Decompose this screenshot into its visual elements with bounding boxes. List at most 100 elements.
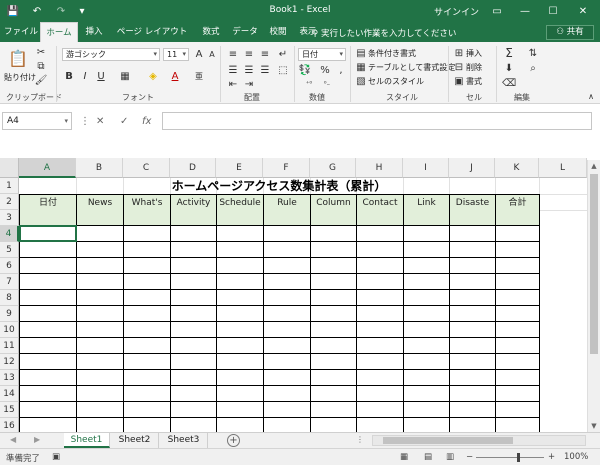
column-header[interactable]: F — [263, 158, 310, 178]
cut-icon[interactable]: ✂ — [34, 46, 48, 58]
sheet-tab-sheet1[interactable]: Sheet1 — [64, 433, 110, 448]
header-cell-column[interactable]: Column — [310, 194, 357, 226]
fill-color-icon[interactable]: ◈ — [146, 70, 160, 82]
header-cell-activity[interactable]: Activity — [170, 194, 217, 226]
add-sheet-icon[interactable]: + — [227, 434, 240, 447]
italic-button[interactable]: I — [78, 70, 92, 82]
paste-label[interactable]: 貼り付け — [4, 72, 36, 83]
zoom-slider-handle[interactable] — [517, 453, 520, 462]
row-header[interactable]: 14 — [0, 386, 19, 402]
row-header[interactable]: 9 — [0, 306, 19, 322]
tab-review[interactable]: 校閲 — [264, 22, 292, 42]
row-header[interactable]: 1 — [0, 178, 19, 194]
align-center-icon[interactable]: ☰ — [242, 64, 256, 76]
format-painter-icon[interactable]: 🖌 — [34, 74, 48, 86]
row-header[interactable]: 13 — [0, 370, 19, 386]
vertical-scrollbar[interactable]: ▲ ▼ — [587, 160, 600, 432]
zoom-in-button[interactable]: + — [548, 452, 555, 462]
column-header[interactable]: I — [403, 158, 449, 178]
horizontal-scroll-thumb[interactable] — [383, 437, 513, 444]
row-header[interactable]: 11 — [0, 338, 19, 354]
collapse-ribbon-icon[interactable]: ∧ — [584, 90, 598, 102]
next-sheet-icon[interactable]: ▶ — [34, 435, 40, 444]
row-header[interactable]: 15 — [0, 402, 19, 418]
column-header[interactable]: G — [310, 158, 356, 178]
scroll-down-icon[interactable]: ▼ — [588, 420, 600, 432]
header-cell-news[interactable]: News — [76, 194, 124, 226]
sort-filter-icon[interactable]: ⇅ — [526, 47, 540, 59]
zoom-out-button[interactable]: − — [466, 452, 473, 462]
decrease-decimal-icon[interactable]: ⁰₋ — [320, 78, 334, 90]
column-header[interactable]: L — [539, 158, 587, 178]
paste-icon[interactable]: 📋 — [8, 48, 28, 68]
decrease-indent-icon[interactable]: ⇤ — [226, 78, 240, 90]
column-header[interactable]: D — [170, 158, 216, 178]
tab-page-layout[interactable]: ページ レイアウト — [110, 22, 194, 42]
sheet-tab-sheet2[interactable]: Sheet2 — [111, 433, 159, 448]
row-header[interactable]: 7 — [0, 274, 19, 290]
ribbon-display-options-icon[interactable]: ▭ — [488, 2, 506, 20]
row-header[interactable]: 12 — [0, 354, 19, 370]
delete-cells-button[interactable]: 削除 — [466, 62, 482, 73]
format-cells-button[interactable]: 書式 — [466, 76, 482, 87]
percent-style-button[interactable]: % — [318, 64, 332, 76]
font-size-combo[interactable]: 11 ▾ — [163, 48, 189, 61]
column-header[interactable]: J — [449, 158, 495, 178]
comma-style-icon[interactable]: , — [334, 64, 348, 76]
format-as-table-button[interactable]: テーブルとして書式設定 — [368, 62, 455, 73]
row-header[interactable]: 5 — [0, 242, 19, 258]
horizontal-scrollbar[interactable] — [372, 435, 586, 446]
enter-icon[interactable]: ✓ — [120, 116, 128, 127]
autosum-button[interactable]: Σ — [502, 46, 516, 60]
header-cell-total[interactable]: 合計 — [495, 194, 540, 226]
increase-font-icon[interactable]: A — [192, 48, 206, 60]
bold-button[interactable]: B — [62, 70, 76, 82]
accounting-format-icon[interactable]: 💱 — [298, 64, 312, 76]
tab-file[interactable]: ファイル — [4, 22, 38, 42]
increase-decimal-icon[interactable]: ⁺⁰ — [302, 78, 316, 90]
zoom-slider[interactable] — [476, 457, 544, 458]
cancel-icon[interactable]: ✕ — [96, 116, 104, 127]
row-header[interactable]: 10 — [0, 322, 19, 338]
active-cell[interactable] — [19, 225, 77, 242]
column-header[interactable]: A — [19, 158, 76, 178]
select-all-corner[interactable] — [0, 158, 19, 178]
sheet-title[interactable]: ホームページアクセス数集計表（累計） — [19, 178, 539, 195]
tab-split-icon[interactable]: ⋮ — [356, 435, 364, 444]
zoom-level[interactable]: 100% — [564, 452, 588, 462]
sign-in-link[interactable]: サインイン — [434, 5, 479, 18]
macro-record-icon[interactable]: ▣ — [52, 452, 60, 462]
tab-data[interactable]: データ — [228, 22, 262, 42]
page-break-view-icon[interactable]: ▥ — [446, 452, 454, 462]
font-name-combo[interactable]: 游ゴシック ▾ — [62, 48, 160, 61]
formula-input[interactable] — [162, 112, 592, 130]
header-cell-schedule[interactable]: Schedule — [216, 194, 264, 226]
prev-sheet-icon[interactable]: ◀ — [10, 435, 16, 444]
header-cell-disaster[interactable]: Disaste — [449, 194, 496, 226]
align-bottom-icon[interactable]: ≡ — [258, 48, 272, 60]
row-header[interactable]: 2 — [0, 194, 19, 210]
column-header[interactable]: E — [216, 158, 263, 178]
scroll-up-icon[interactable]: ▲ — [588, 160, 600, 172]
align-right-icon[interactable]: ☰ — [258, 64, 272, 76]
decrease-font-icon[interactable]: A — [205, 48, 219, 60]
conditional-format-button[interactable]: 条件付き書式 — [368, 48, 416, 59]
row-header[interactable]: 3 — [0, 210, 19, 226]
increase-indent-icon[interactable]: ⇥ — [242, 78, 256, 90]
header-cell-whats[interactable]: What's — [123, 194, 171, 226]
copy-icon[interactable]: ⧉ — [34, 60, 48, 72]
wrap-text-icon[interactable]: ↵ — [276, 48, 290, 60]
cell-area[interactable]: ホームページアクセス数集計表（累計） 日付 News What's Activi… — [19, 178, 600, 432]
row-header[interactable]: 4 — [0, 226, 19, 242]
row-header[interactable]: 6 — [0, 258, 19, 274]
insert-function-icon[interactable]: fx — [142, 116, 151, 127]
merge-center-icon[interactable]: ⬚ — [276, 64, 290, 76]
align-middle-icon[interactable]: ≡ — [242, 48, 256, 60]
column-header[interactable]: H — [356, 158, 403, 178]
clear-icon[interactable]: ⌫ — [502, 77, 516, 89]
header-cell-rule[interactable]: Rule — [263, 194, 311, 226]
number-format-combo[interactable]: 日付 ▾ — [298, 48, 346, 61]
share-button[interactable]: ⚇ 共有 — [546, 25, 594, 40]
insert-cells-button[interactable]: 挿入 — [466, 48, 482, 59]
maximize-icon[interactable]: ☐ — [544, 2, 562, 20]
